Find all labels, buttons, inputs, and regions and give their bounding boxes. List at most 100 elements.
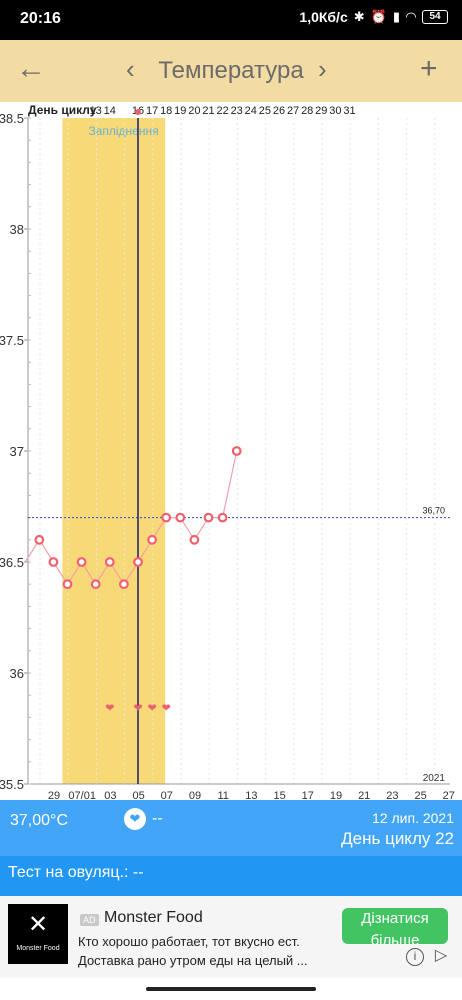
x-tick-label: 23 (386, 790, 398, 800)
chart-svg: Запліднення 38.5 38 37.5 37 36.5 36 35.5 29 07/01… (0, 103, 455, 802)
temperature-point (147, 534, 158, 545)
ad-banner[interactable]: ✕ Monster Food AD Monster Food Кто хорош… (0, 896, 462, 978)
x-tick-label: 05 (132, 790, 144, 800)
cycle-day-number: 31 (343, 105, 355, 117)
temperature-point (203, 512, 214, 523)
page-title: Температура (158, 57, 304, 84)
y-tick-label: 36.5 (0, 555, 24, 570)
ad-text-line-1: Кто хорошо работает, тот вкусно ест. (78, 934, 300, 949)
y-tick-label: 35.5 (0, 777, 24, 792)
x-tick-label: 03 (104, 790, 116, 800)
temperature-point (175, 512, 186, 523)
heart-marker: ❤ (133, 701, 142, 714)
temperature-point (34, 534, 45, 545)
year-label: 2021 (423, 773, 446, 784)
x-tick-label: 17 (302, 790, 314, 800)
x-tick-label: 27 (443, 790, 455, 800)
ad-title[interactable]: Monster Food (104, 909, 203, 927)
cycle-day-number: 17 (146, 105, 158, 117)
temperature-point (76, 557, 87, 567)
temperature-value[interactable]: 37,00°C (10, 812, 68, 830)
cycle-day: День циклу 22 (341, 829, 454, 848)
temperature-point (48, 557, 59, 567)
wifi-icon: ◠ (406, 9, 416, 24)
cycle-day-number: 28 (301, 105, 313, 117)
app-bar: ← ‹ Температура › + (0, 40, 462, 102)
cycle-day-label: День циклу (28, 103, 97, 117)
cycle-day-number: 24 (245, 105, 257, 117)
ad-logo-text: Monster Food (16, 945, 60, 952)
cycle-day-number: 20 (188, 105, 200, 117)
next-chevron-icon[interactable]: › (318, 54, 327, 84)
x-tick-label: 11 (217, 790, 228, 800)
ovulation-marker (135, 109, 141, 115)
x-tick-label: 25 (414, 790, 426, 800)
fork-knife-icon: ✕ (27, 911, 49, 938)
ad-cta-button[interactable]: Дізнатися більше (342, 908, 448, 944)
x-tick-label: 07/01 (68, 790, 96, 800)
play-icon[interactable]: ▷ (432, 948, 450, 966)
coverline-label: 36,70 (422, 506, 445, 516)
home-indicator[interactable] (146, 987, 316, 991)
y-tick-label: 37 (10, 444, 24, 459)
status-icons: 1,0Кб/с ✱ ⏰ ▮ ◠ 54 (299, 9, 448, 25)
cycle-day-number: 13 (90, 105, 102, 117)
x-tick-label: 21 (358, 790, 370, 800)
ad-badge: AD (80, 914, 99, 926)
heart-marker: ❤ (162, 701, 171, 714)
cycle-day-number: 29 (315, 105, 327, 117)
alarm-icon: ⏰ (370, 9, 387, 24)
temperature-point (133, 557, 143, 567)
add-icon[interactable]: + (420, 54, 438, 84)
battery-icon: 54 (422, 10, 448, 24)
cycle-day-number: 21 (202, 105, 214, 117)
info-bar: 37,00°C ❤ -- 12 лип. 2021 День циклу 22 (0, 800, 462, 856)
heart-marker: ❤ (147, 701, 156, 714)
cycle-day-number: 14 (104, 105, 116, 117)
temperature-chart[interactable]: Запліднення 38.5 38 37.5 37 36.5 36 35.5 29 07/01… (0, 102, 462, 802)
cycle-day-number: 25 (259, 105, 271, 117)
x-tick-label: 13 (245, 790, 257, 800)
ad-logo[interactable]: ✕ Monster Food (8, 904, 68, 964)
temperature-point (104, 557, 115, 567)
fertile-window (62, 118, 166, 784)
cycle-day-number: 22 (216, 105, 228, 117)
cycle-day-number: 26 (273, 105, 285, 117)
ad-controls: i ▷ (406, 948, 450, 966)
y-tick-label: 37.5 (0, 333, 24, 348)
mucus-value: -- (152, 810, 163, 827)
temperature-point (189, 534, 200, 545)
heart-marker: ❤ (105, 701, 114, 714)
y-tick-label: 38.5 (0, 111, 24, 126)
bluetooth-icon: ✱ (353, 9, 365, 24)
temperature-point (217, 512, 228, 523)
temperature-point (62, 579, 73, 590)
ovulation-test-bar[interactable]: Тест на овуляц.: -- (0, 856, 462, 896)
y-tick-label: 38 (10, 222, 24, 237)
heart-icon[interactable]: ❤ (124, 808, 146, 830)
signal-icon: ▮ (392, 9, 400, 24)
status-bar: 20:16 1,0Кб/с ✱ ⏰ ▮ ◠ 54 (0, 0, 462, 40)
navigation-bar (0, 978, 462, 1000)
x-tick-label: 29 (48, 790, 60, 800)
x-tick-label: 19 (330, 790, 342, 800)
temperature-point (161, 512, 172, 523)
cycle-day-number: 18 (160, 105, 172, 117)
x-tick-label: 15 (273, 790, 285, 800)
status-time: 20:16 (20, 10, 61, 27)
cycle-day-number: 27 (287, 105, 299, 117)
info-icon[interactable]: i (406, 948, 424, 966)
ad-text-line-2: Доставка рано утром еды на целый ... (78, 953, 308, 968)
network-speed: 1,0Кб/с (299, 9, 348, 25)
cycle-day-number: 30 (329, 105, 341, 117)
temperature-point (90, 579, 101, 590)
cycle-day-number: 23 (231, 105, 243, 117)
temperature-point (118, 579, 129, 590)
fertile-label: Запліднення (88, 124, 158, 138)
ovulation-test-text: Тест на овуляц.: -- (8, 864, 144, 881)
temperature-point (231, 446, 242, 456)
x-tick-label: 09 (189, 790, 201, 800)
y-tick-label: 36 (10, 666, 24, 681)
x-tick-label: 07 (161, 790, 173, 800)
selected-date: 12 лип. 2021 (372, 810, 454, 826)
